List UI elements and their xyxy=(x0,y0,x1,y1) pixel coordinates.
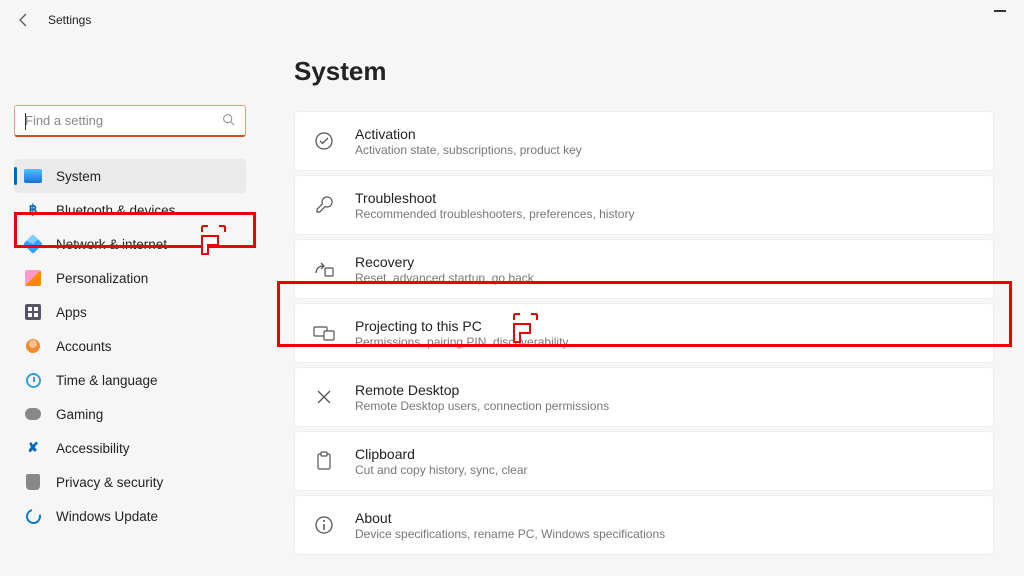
card-about[interactable]: AboutDevice specifications, rename PC, W… xyxy=(294,495,994,555)
sidebar-item-gaming[interactable]: Gaming xyxy=(14,397,246,431)
i-time-icon xyxy=(24,371,42,389)
sidebar-item-label: Accounts xyxy=(56,339,112,354)
card-title: Troubleshoot xyxy=(355,190,634,206)
card-subtitle: Remote Desktop users, connection permiss… xyxy=(355,399,609,413)
check-icon xyxy=(313,130,335,152)
sidebar-item-personalization[interactable]: Personalization xyxy=(14,261,246,295)
search-icon xyxy=(222,113,235,129)
sidebar-item-network-internet[interactable]: Network & internet xyxy=(14,227,246,261)
back-icon[interactable] xyxy=(16,12,32,28)
wrench-icon xyxy=(313,194,335,216)
search-field[interactable] xyxy=(25,113,222,128)
sidebar-item-time-language[interactable]: Time & language xyxy=(14,363,246,397)
i-bt-icon: ฿ xyxy=(24,201,42,219)
card-subtitle: Permissions, pairing PIN, discoverabilit… xyxy=(355,335,568,349)
sidebar-item-system[interactable]: System xyxy=(14,159,246,193)
i-apps-icon xyxy=(24,303,42,321)
card-title: About xyxy=(355,510,665,526)
i-game-icon xyxy=(24,405,42,423)
sidebar-item-label: Gaming xyxy=(56,407,103,422)
i-priv-icon xyxy=(24,473,42,491)
info-icon xyxy=(313,514,335,536)
sidebar-item-label: Privacy & security xyxy=(56,475,163,490)
card-subtitle: Device specifications, rename PC, Window… xyxy=(355,527,665,541)
card-remote-desktop[interactable]: Remote DesktopRemote Desktop users, conn… xyxy=(294,367,994,427)
card-title: Recovery xyxy=(355,254,534,270)
minimize-icon[interactable] xyxy=(994,10,1006,12)
sidebar-item-accounts[interactable]: Accounts xyxy=(14,329,246,363)
sidebar-item-apps[interactable]: Apps xyxy=(14,295,246,329)
card-projecting-to-this-pc[interactable]: Projecting to this PCPermissions, pairin… xyxy=(294,303,994,363)
sidebar-item-label: Personalization xyxy=(56,271,148,286)
i-net-icon xyxy=(24,235,42,253)
sidebar-item-bluetooth-devices[interactable]: ฿ Bluetooth & devices xyxy=(14,193,246,227)
sidebar-item-accessibility[interactable]: ✘ Accessibility xyxy=(14,431,246,465)
content: System ActivationActivation state, subsc… xyxy=(260,40,1024,576)
sidebar-item-windows-update[interactable]: Windows Update xyxy=(14,499,246,533)
search-input[interactable] xyxy=(14,105,246,137)
i-system-icon xyxy=(24,167,42,185)
card-activation[interactable]: ActivationActivation state, subscription… xyxy=(294,111,994,171)
page-title: System xyxy=(294,56,994,87)
sidebar-item-label: Accessibility xyxy=(56,441,130,456)
i-a11y-icon: ✘ xyxy=(24,439,42,457)
card-subtitle: Cut and copy history, sync, clear xyxy=(355,463,528,477)
titlebar: Settings xyxy=(0,0,1024,40)
sidebar-item-label: Apps xyxy=(56,305,87,320)
sidebar-item-label: Bluetooth & devices xyxy=(56,203,175,218)
sidebar-item-label: Network & internet xyxy=(56,237,167,252)
card-recovery[interactable]: RecoveryReset, advanced startup, go back xyxy=(294,239,994,299)
sidebar: System ฿ Bluetooth & devices Network & inte… xyxy=(0,40,260,576)
card-title: Clipboard xyxy=(355,446,528,462)
sidebar-item-label: Windows Update xyxy=(56,509,158,524)
sidebar-item-label: System xyxy=(56,169,101,184)
sidebar-item-label: Time & language xyxy=(56,373,158,388)
project-icon xyxy=(313,322,335,344)
app-title: Settings xyxy=(48,13,91,27)
card-troubleshoot[interactable]: TroubleshootRecommended troubleshooters,… xyxy=(294,175,994,235)
i-acc-icon xyxy=(24,337,42,355)
nav-list: System ฿ Bluetooth & devices Network & inte… xyxy=(14,159,246,533)
card-subtitle: Activation state, subscriptions, product… xyxy=(355,143,582,157)
card-subtitle: Recommended troubleshooters, preferences… xyxy=(355,207,634,221)
sidebar-item-privacy-security[interactable]: Privacy & security xyxy=(14,465,246,499)
card-title: Remote Desktop xyxy=(355,382,609,398)
remote-icon xyxy=(313,386,335,408)
card-title: Activation xyxy=(355,126,582,142)
i-pers-icon xyxy=(24,269,42,287)
card-subtitle: Reset, advanced startup, go back xyxy=(355,271,534,285)
recovery-icon xyxy=(313,258,335,280)
account-area xyxy=(14,40,246,105)
i-upd-icon xyxy=(24,507,42,525)
card-title: Projecting to this PC xyxy=(355,318,568,334)
card-clipboard[interactable]: ClipboardCut and copy history, sync, cle… xyxy=(294,431,994,491)
clipboard-icon xyxy=(313,450,335,472)
